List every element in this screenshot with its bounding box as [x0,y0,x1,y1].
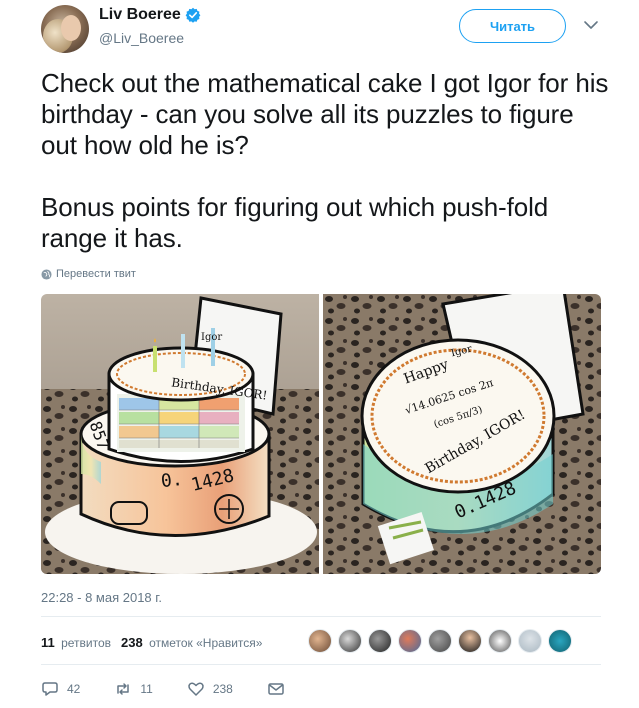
heart-icon [188,682,204,696]
chevron-down-icon[interactable] [582,18,600,32]
liker-avatar[interactable] [368,629,392,653]
liker-avatar[interactable] [548,629,572,653]
cake-left-top-text: Igor [201,332,223,343]
likes-stat[interactable]: 238 отметок «Нравится» [121,635,262,650]
retweets-count: 11 [41,634,55,650]
cake-photo-left-image [41,294,319,574]
author-handle[interactable]: @Liv_Boeree [99,30,184,46]
translate-label[interactable]: Перевести твит [56,268,136,280]
tweet-actions: 42 11 238 [41,680,327,698]
likes-count: 238 [121,634,143,650]
direct-message-button[interactable] [267,680,293,698]
likes-label: отметок «Нравится» [149,635,263,650]
liker-avatar[interactable] [488,629,512,653]
author-name[interactable]: Liv Boeree [99,6,181,24]
globe-icon [41,268,52,280]
cake-left-side-prefix: 0. [159,468,184,493]
avatar-face [61,15,81,41]
retweet-icon [117,683,130,695]
liker-avatar[interactable] [518,629,542,653]
retweet-button[interactable]: 11 [114,680,153,698]
divider [41,664,601,665]
tweet-header: Liv Boeree @Liv_Boeree Читать [0,0,639,60]
retweet-count: 11 [140,682,153,696]
tweet-stats: 11 ретвитов 238 отметок «Нравится» [41,627,262,657]
liker-avatar[interactable] [308,629,332,653]
verified-badge-icon [185,7,201,23]
reply-icon [42,682,58,696]
like-button[interactable]: 238 [187,680,233,698]
follow-button[interactable]: Читать [459,9,566,43]
translate-link[interactable]: Перевести твит [41,268,136,280]
retweets-label: ретвитов [61,635,112,650]
tweet-timestamp[interactable]: 22:28 - 8 мая 2018 г. [41,590,162,605]
cake-photo-left[interactable]: Birthday, IGOR! Igor 0. 1428 857 [41,294,319,574]
author-name-row[interactable]: Liv Boeree [99,6,201,24]
tweet-text: Check out the mathematical cake I got Ig… [41,68,609,253]
liker-avatar[interactable] [428,629,452,653]
cake-photo-right[interactable]: Happy √14.0625 cos 2π (cos 5π/3) Birthda… [323,294,601,574]
author-avatar[interactable] [41,5,89,53]
liker-avatar[interactable] [338,629,362,653]
like-count: 238 [212,682,233,696]
tweet-media[interactable]: Birthday, IGOR! Igor 0. 1428 857 Happy √… [41,294,601,574]
cake-photo-right-image [323,294,601,574]
divider [41,616,601,617]
liker-avatar[interactable] [398,629,422,653]
retweets-stat[interactable]: 11 ретвитов [41,635,111,650]
liker-avatars [308,629,578,653]
liker-avatar[interactable] [458,629,482,653]
reply-count: 42 [67,682,81,696]
envelope-icon [268,683,284,695]
reply-button[interactable]: 42 [41,680,80,698]
